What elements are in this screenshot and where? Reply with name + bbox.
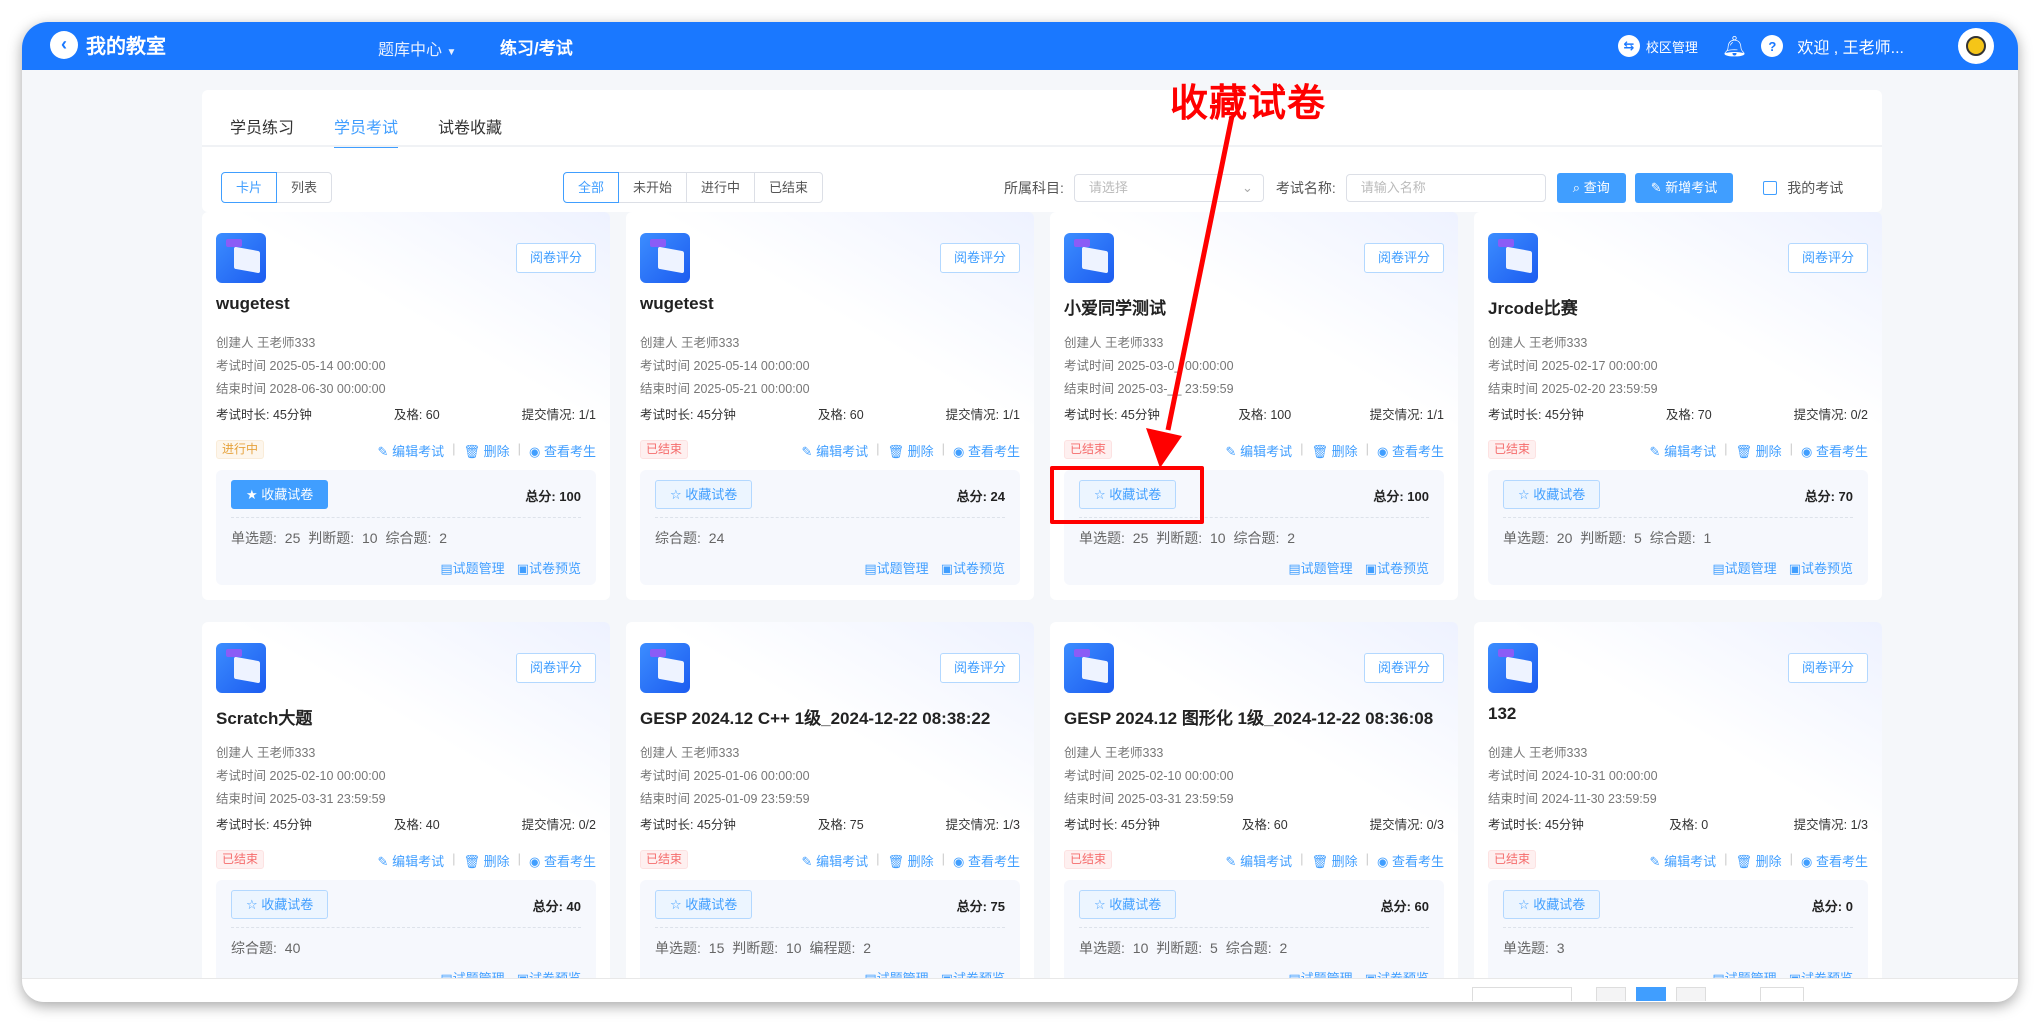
- annotation-highlight-box: [1050, 466, 1204, 524]
- view-card-button[interactable]: 卡片: [221, 172, 278, 203]
- annotation-arrow: [1146, 115, 1235, 468]
- filter-all[interactable]: 全部: [563, 172, 620, 203]
